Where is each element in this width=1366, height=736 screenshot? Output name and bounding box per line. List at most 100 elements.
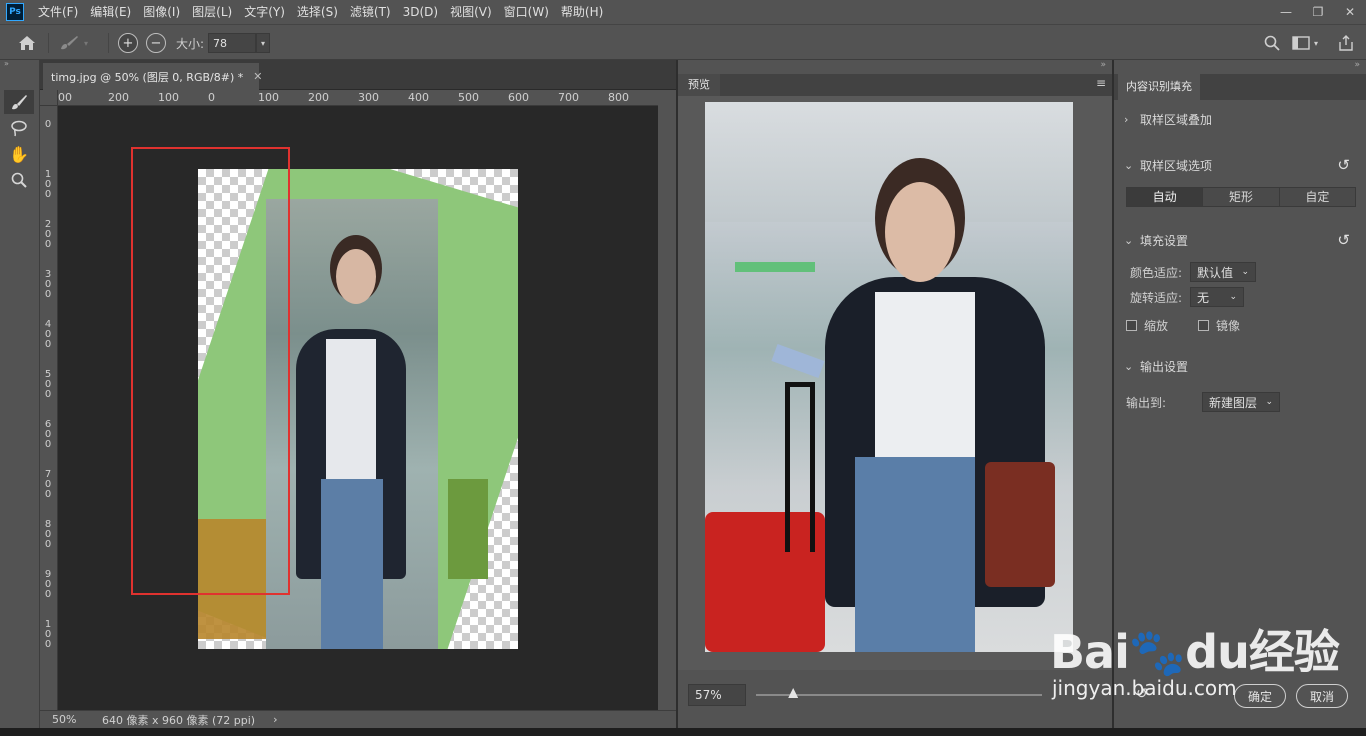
ruler-label: 00 [58, 91, 72, 104]
chevron-down-icon: ⌄ [1265, 397, 1273, 407]
output-settings-label: 输出设置 [1140, 359, 1189, 374]
menu-item[interactable]: 选择(S) [291, 0, 344, 24]
collapse-icon[interactable]: » [1100, 60, 1106, 70]
ruler-label: 900 [44, 569, 52, 600]
minimize-icon[interactable]: — [1270, 0, 1302, 24]
checkbox-icon [1198, 319, 1209, 331]
panel-menu-icon[interactable]: ≡ [1096, 76, 1106, 90]
close-tab-icon[interactable]: ✕ [253, 70, 262, 83]
preview-zoom-input[interactable] [688, 684, 746, 706]
zoom-tool-icon[interactable] [4, 168, 34, 192]
zoom-slider-thumb[interactable] [788, 688, 799, 698]
chevron-right-icon: › [1124, 112, 1129, 126]
close-icon[interactable]: ✕ [1334, 0, 1366, 24]
fill-settings-section[interactable]: ⌄ 填充设置 ↺ [1124, 230, 1356, 250]
subtract-from-selection-button[interactable]: − [146, 25, 166, 61]
chevron-down-icon: ⌄ [1229, 292, 1237, 302]
zoom-slider[interactable] [756, 694, 1042, 696]
mirror-checkbox[interactable]: 镜像 [1198, 316, 1240, 334]
chevron-down-icon: ⌄ [1124, 359, 1134, 373]
photoshop-logo: Ps [6, 3, 24, 21]
bag-shape [985, 462, 1055, 587]
tools-panel: » ✋ [0, 60, 40, 736]
preview-tab[interactable]: 预览 [678, 74, 720, 96]
output-to-select[interactable]: 新建图层 ⌄ [1202, 392, 1280, 412]
color-adapt-select[interactable]: 默认值 ⌄ [1190, 262, 1256, 282]
mode-rectangle-button[interactable]: 矩形 [1203, 188, 1280, 206]
ruler-label: 200 [308, 91, 329, 104]
options-bar: ▾ + − 大小: ▾ ▾ [0, 24, 1366, 60]
chevron-down-icon: ⌄ [1124, 158, 1134, 172]
collapse-icon[interactable]: » [1354, 60, 1360, 70]
document-image[interactable] [198, 169, 518, 649]
vertical-ruler[interactable]: 1000100200300400500600700800900100 [40, 106, 58, 710]
brush-tool-icon[interactable] [4, 90, 34, 114]
menu-item[interactable]: 滤镜(T) [344, 0, 397, 24]
share-icon[interactable] [1338, 25, 1354, 61]
checkbox-icon [1126, 319, 1137, 331]
ruler-label: 100 [44, 169, 52, 200]
rotation-adapt-select[interactable]: 无 ⌄ [1190, 287, 1244, 307]
ruler-label: 700 [558, 91, 579, 104]
add-to-selection-button[interactable]: + [118, 25, 138, 61]
scale-checkbox[interactable]: 缩放 [1126, 316, 1168, 334]
size-dropdown-icon[interactable]: ▾ [256, 33, 270, 53]
horizontal-ruler[interactable]: 0020010001002003004005006007008009 [58, 90, 658, 106]
sampling-overlay-section[interactable]: › 取样区域叠加 [1124, 109, 1356, 129]
dialog-buttons: ↺ 确定 取消 [1124, 684, 1360, 710]
size-input[interactable] [208, 33, 256, 53]
mode-custom-button[interactable]: 自定 [1279, 188, 1355, 206]
sampling-options-label: 取样区域选项 [1140, 158, 1213, 173]
fill-settings-label: 填充设置 [1140, 233, 1189, 248]
preview-header: 预览 ≡ [678, 74, 1112, 96]
ruler-label: 200 [44, 219, 52, 250]
mode-auto-button[interactable]: 自动 [1127, 188, 1204, 206]
sampling-options-section[interactable]: ⌄ 取样区域选项 ↺ [1124, 155, 1356, 175]
bag-shape [448, 479, 488, 579]
lasso-tool-icon[interactable] [4, 116, 34, 140]
zoom-level[interactable]: 50% [40, 713, 90, 726]
menu-item[interactable]: 编辑(E) [84, 0, 137, 24]
menu-item[interactable]: 3D(D) [397, 0, 444, 24]
ruler-label: 300 [358, 91, 379, 104]
menu-item[interactable]: 帮助(H) [555, 0, 609, 24]
status-bar: 50% 640 像素 x 960 像素 (72 ppi) › [40, 710, 676, 728]
search-icon[interactable] [1264, 25, 1280, 61]
menu-item[interactable]: 文字(Y) [238, 0, 291, 24]
menu-item[interactable]: 文件(F) [32, 0, 84, 24]
menu-items: 文件(F) 编辑(E) 图像(I) 图层(L) 文字(Y) 选择(S) 滤镜(T) 3D(D)… [32, 0, 609, 24]
output-to-row: 输出到: 新建图层 ⌄ [1126, 391, 1280, 413]
scale-label: 缩放 [1144, 318, 1169, 333]
chevron-down-icon: ⌄ [1241, 267, 1249, 277]
menu-item[interactable]: 图层(L) [186, 0, 238, 24]
content-aware-fill-panel: » 内容识别填充 › 取样区域叠加 ⌄ 取样区域选项 ↺ 自动 矩形 自定 ⌄ … [1114, 60, 1366, 736]
document-tab[interactable]: timg.jpg @ 50% (图层 0, RGB/8#) * ✕ [43, 63, 262, 90]
ok-button[interactable]: 确定 [1234, 684, 1286, 708]
restore-icon[interactable]: ❐ [1302, 0, 1334, 24]
output-settings-section[interactable]: ⌄ 输出设置 [1124, 356, 1356, 376]
cancel-button[interactable]: 取消 [1296, 684, 1348, 708]
window-controls: — ❐ ✕ [1270, 0, 1366, 24]
brush-tool-icon[interactable]: ▾ [58, 25, 88, 61]
content-aware-fill-tab[interactable]: 内容识别填充 [1118, 74, 1200, 100]
ruler-label: 500 [44, 369, 52, 400]
rotation-adapt-label: 旋转适应: [1130, 290, 1183, 305]
document-canvas[interactable] [58, 106, 658, 710]
document-tab-title: timg.jpg @ 50% (图层 0, RGB/8#) * [51, 70, 244, 84]
menu-item[interactable]: 视图(V) [444, 0, 498, 24]
menu-item[interactable]: 窗口(W) [498, 0, 555, 24]
color-adapt-label: 颜色适应: [1130, 265, 1183, 280]
reset-icon[interactable]: ↺ [1337, 231, 1350, 249]
status-menu-icon[interactable]: › [273, 713, 277, 726]
preview-footer [678, 670, 1112, 736]
workspace-icon[interactable]: ▾ [1292, 25, 1318, 61]
collapse-icon[interactable]: » [0, 60, 39, 68]
ruler-label: 600 [508, 91, 529, 104]
reset-icon[interactable]: ↺ [1136, 686, 1148, 702]
home-icon[interactable] [18, 25, 36, 61]
reset-icon[interactable]: ↺ [1337, 156, 1350, 174]
hand-tool-icon[interactable]: ✋ [4, 142, 34, 166]
menu-item[interactable]: 图像(I) [137, 0, 186, 24]
ruler-label: 100 [44, 619, 52, 650]
preview-area[interactable] [678, 96, 1112, 670]
